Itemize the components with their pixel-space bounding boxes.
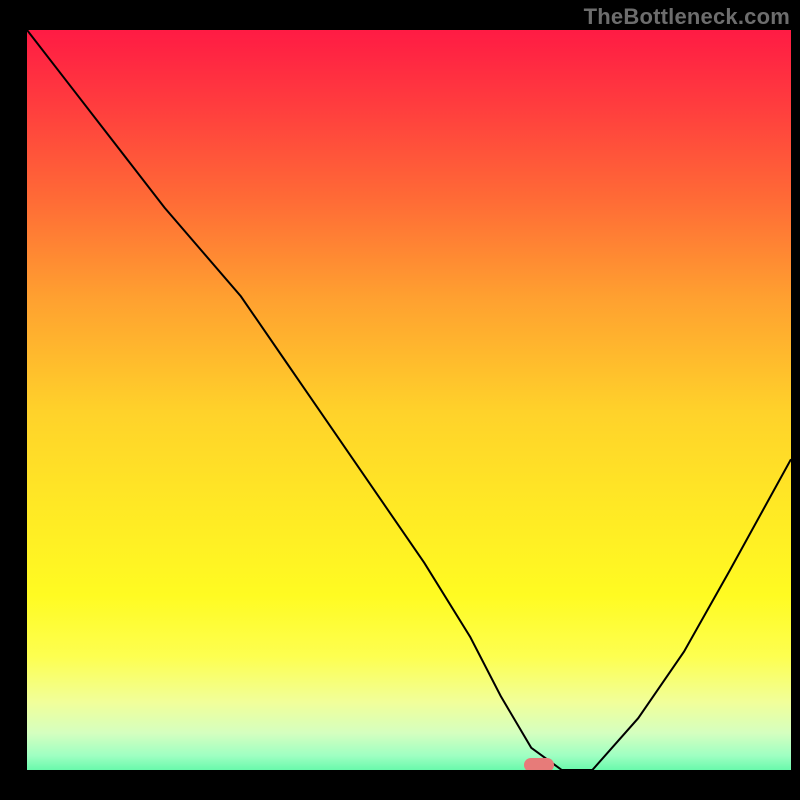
bottleneck-curve: [27, 30, 791, 770]
watermark-text: TheBottleneck.com: [584, 4, 790, 30]
optimal-marker: [524, 758, 554, 770]
plot-area: [27, 30, 791, 770]
chart-frame: TheBottleneck.com: [0, 0, 800, 800]
